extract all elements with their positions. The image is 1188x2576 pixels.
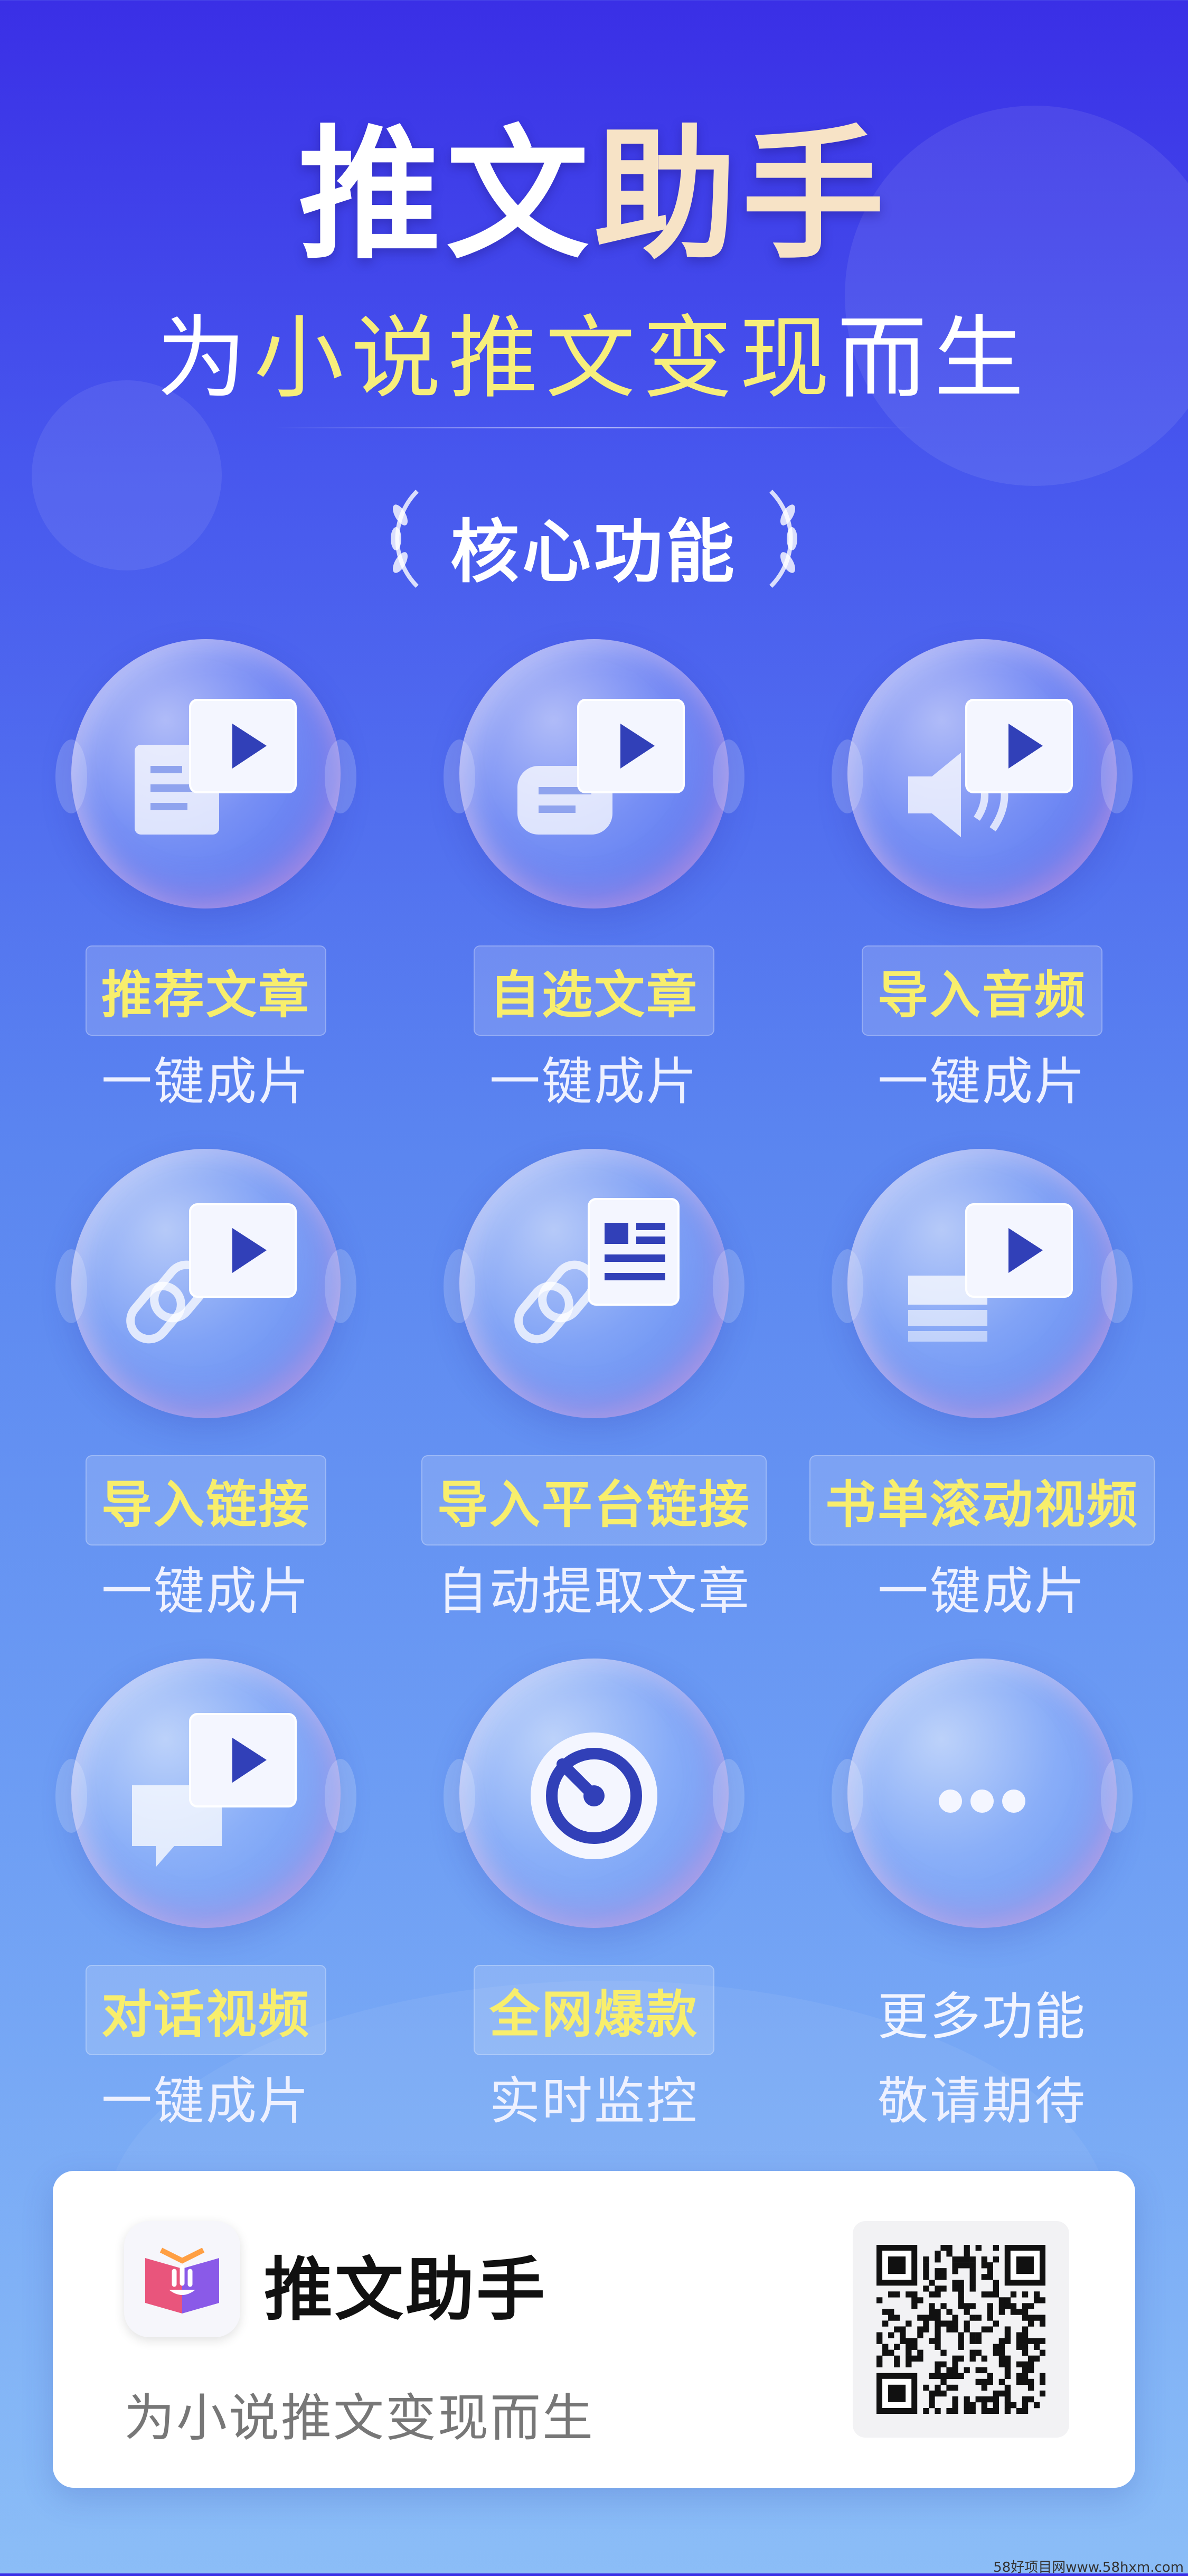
more-dots-icon [939,1790,1025,1813]
feature-label: 自选文章 [474,945,714,1036]
feature-sub: 一键成片 [489,1052,699,1111]
subtitle-highlight: 小说推文变现 [253,306,837,411]
feature-booklist-scroll-video[interactable]: 书单滚动视频 一键成片 [787,1149,1177,1656]
scroll-video-icon [517,699,685,835]
qr-code [853,2221,1069,2438]
laurel-left-icon [391,490,419,588]
feature-orb [444,639,744,908]
footer-credit: 58好项目网www.58hxm.com [993,2560,1184,2575]
book-hand-icon [145,2247,219,2313]
feature-orb [444,1659,744,1928]
feature-import-platform-link[interactable]: 导入平台链接 自动提取文章 [399,1149,789,1656]
feature-label: 推荐文章 [86,945,326,1036]
article-video-icon [135,699,297,835]
title-part1: 推文 [298,112,594,278]
page-title: 推文助手 [0,79,1188,286]
feature-import-audio[interactable]: 导入音频 一键成片 [787,639,1177,1146]
feature-sub: 实时监控 [489,2072,699,2131]
feature-label: 书单滚动视频 [809,1455,1155,1545]
booklist-video-icon [908,1203,1073,1342]
feature-sub: 一键成片 [101,1052,310,1111]
feature-label: 导入平台链接 [421,1455,767,1545]
feature-label: 导入链接 [86,1455,326,1545]
link-article-icon [514,1198,680,1344]
title-part2: 助手 [594,112,890,278]
app-card: 推文助手 为小说推文变现而生 [53,2171,1135,2488]
subtitle-part3: 而生 [837,306,1032,411]
section-header: 核心功能 [0,475,1188,597]
feature-more: 更多功能 敬请期待 [787,1659,1177,2166]
feature-orb [55,1149,356,1418]
feature-import-link[interactable]: 导入链接 一键成片 [11,1149,401,1656]
laurel-right-icon [769,490,797,588]
feature-label: 导入音频 [862,945,1102,1036]
feature-sub: 敬请期待 [878,2072,1087,2131]
feature-chat-video[interactable]: 对话视频 一键成片 [11,1659,401,2166]
feature-orb [55,639,356,908]
feature-label: 对话视频 [86,1965,326,2055]
subtitle-part1: 为 [156,306,254,411]
chat-video-icon [132,1713,297,1867]
feature-sub: 一键成片 [878,1562,1087,1621]
app-icon [124,2221,240,2337]
header-divider [275,427,913,428]
feature-orb [55,1659,356,1928]
feature-select-article[interactable]: 自选文章 一键成片 [399,639,789,1146]
feature-sub: 一键成片 [101,2072,310,2131]
feature-sub: 一键成片 [878,1052,1087,1111]
monitor-target-icon [531,1732,657,1859]
app-name: 推文助手 [264,2250,548,2330]
link-video-icon [126,1203,297,1344]
feature-label: 更多功能 [878,1987,1087,2046]
app-slogan: 为小说推文变现而生 [124,2388,595,2448]
section-title: 核心功能 [450,512,738,592]
qr-code-icon [876,2245,1045,2414]
feature-sub: 自动提取文章 [437,1562,751,1621]
feature-orb [832,1659,1133,1928]
audio-video-icon [908,699,1073,837]
page-subtitle: 为小说推文变现而生 [0,285,1188,415]
feature-orb [832,1149,1133,1418]
feature-recommended-article[interactable]: 推荐文章 一键成片 [11,639,401,1146]
feature-orb [832,639,1133,908]
feature-sub: 一键成片 [101,1562,310,1621]
feature-trending-monitor[interactable]: 全网爆款 实时监控 [399,1659,789,2166]
feature-label: 全网爆款 [474,1965,714,2055]
feature-orb [444,1149,744,1418]
